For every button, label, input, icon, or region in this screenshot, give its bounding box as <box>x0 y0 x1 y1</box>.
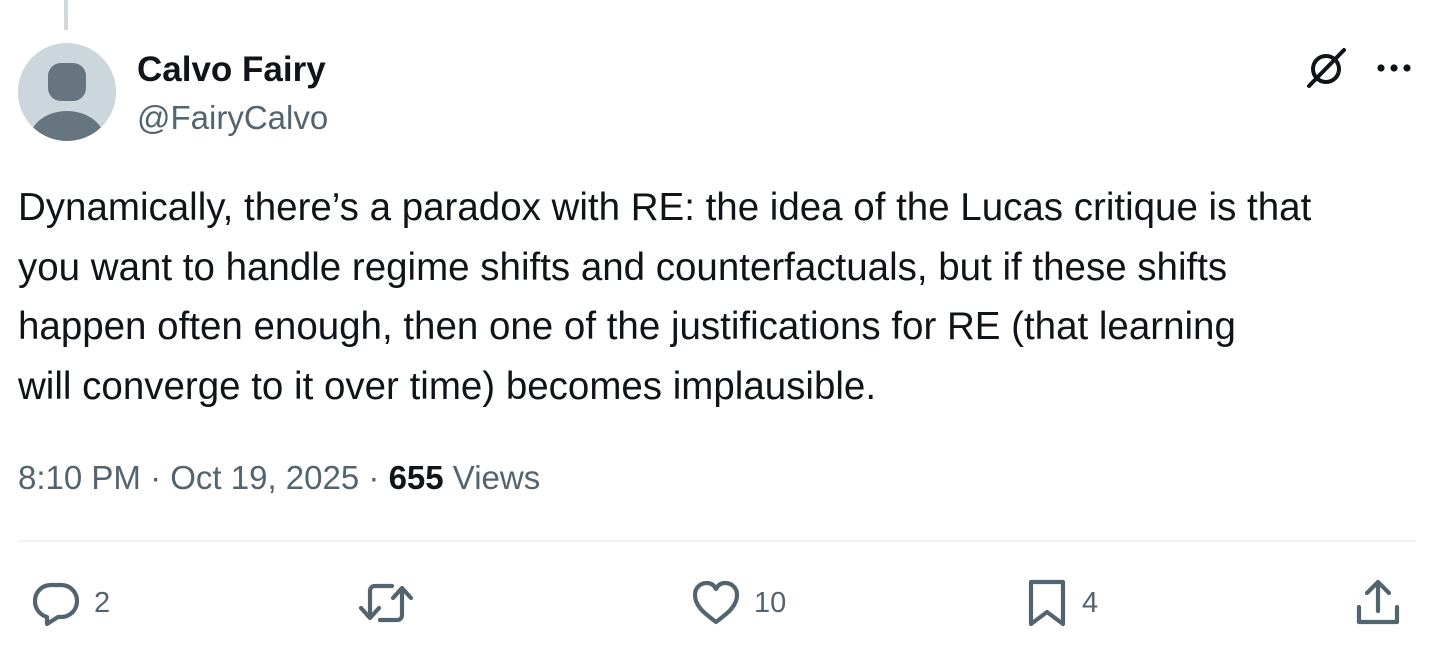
meta-separator: · <box>368 459 380 496</box>
bookmark-icon <box>1028 579 1066 627</box>
share-button[interactable] <box>1352 576 1404 630</box>
bookmark-button[interactable]: 4 <box>1024 576 1098 630</box>
repost-icon <box>358 583 414 623</box>
grok-icon[interactable] <box>1303 44 1351 92</box>
thread-connector-line <box>64 0 68 30</box>
author-display-name[interactable]: Calvo Fairy <box>137 48 326 92</box>
reply-icon <box>32 582 80 627</box>
avatar[interactable] <box>18 43 116 141</box>
tweet-time[interactable]: 8:10 PM <box>18 459 141 496</box>
tweet-card: Calvo Fairy @FairyCalvo Dynamically, the… <box>0 0 1456 648</box>
tweet-date[interactable]: Oct 19, 2025 <box>170 459 359 496</box>
views-label: Views <box>452 459 541 496</box>
reply-button[interactable]: 2 <box>30 576 110 630</box>
divider <box>18 540 1416 542</box>
more-options-icon[interactable] <box>1372 50 1416 86</box>
tweet-text: Dynamically, there’s a paradox with RE: … <box>18 186 1312 408</box>
author-handle[interactable]: @FairyCalvo <box>137 97 328 139</box>
default-avatar-icon <box>18 43 116 141</box>
like-button[interactable]: 10 <box>690 576 786 630</box>
tweet-metadata: 8:10 PM · Oct 19, 2025 · 655 Views <box>18 454 540 502</box>
repost-button[interactable] <box>356 576 428 630</box>
reply-count: 2 <box>94 586 111 619</box>
meta-separator: · <box>150 459 162 496</box>
like-count: 10 <box>754 586 787 619</box>
share-icon <box>1356 579 1400 625</box>
bookmark-count: 4 <box>1082 586 1099 619</box>
like-icon <box>692 580 740 625</box>
views-count: 655 <box>388 459 444 496</box>
